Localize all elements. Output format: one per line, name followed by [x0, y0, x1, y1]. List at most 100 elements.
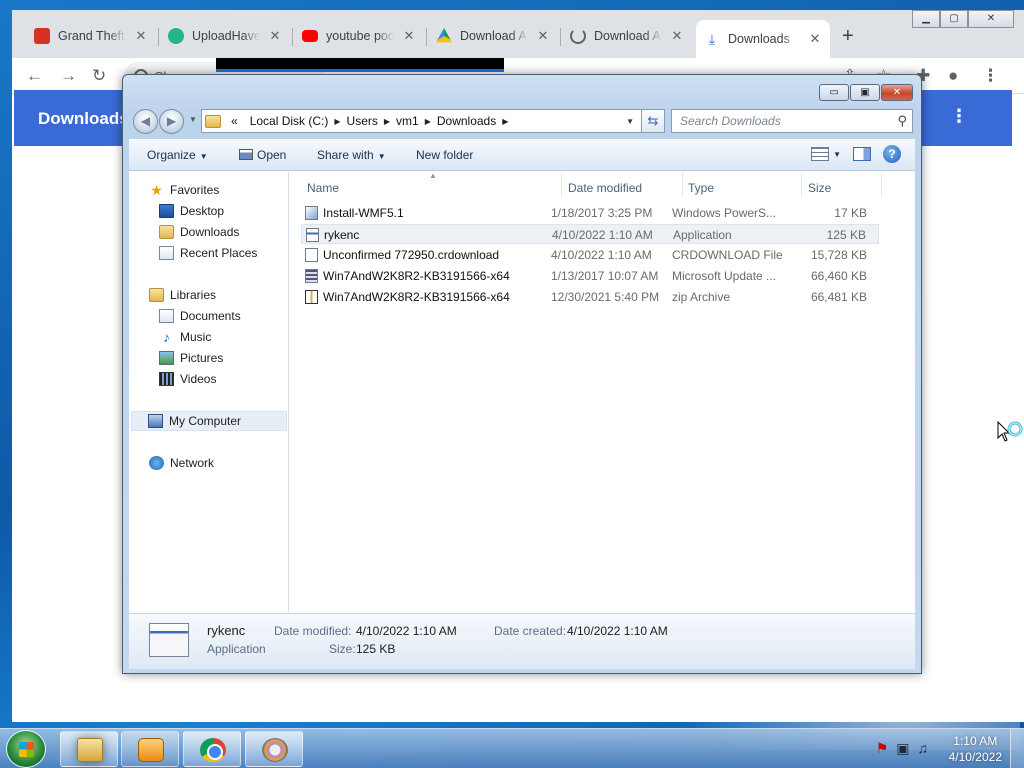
profile-icon[interactable]: ●: [948, 66, 958, 86]
tab-download-a-1[interactable]: Download A ✕: [428, 22, 558, 50]
back-button[interactable]: ◀: [133, 109, 158, 134]
volume-icon[interactable]: ♫: [918, 740, 929, 757]
breadcrumb-users[interactable]: Users: [341, 114, 384, 128]
tab-downloads[interactable]: ⤓ Downloads ✕: [696, 20, 830, 58]
action-center-warning-icon[interactable]: ⚑: [876, 740, 889, 757]
breadcrumb-overflow[interactable]: «: [225, 114, 244, 128]
nav-label: Music: [180, 330, 212, 344]
file-type: Microsoft Update ...: [672, 269, 777, 283]
chevron-down-icon[interactable]: ▼: [833, 150, 841, 159]
column-divider[interactable]: [801, 173, 802, 197]
new-tab-button[interactable]: +: [842, 25, 854, 48]
media-player-icon: [138, 738, 164, 762]
close-icon[interactable]: ✕: [134, 28, 148, 44]
network-tray-icon[interactable]: ▣: [896, 740, 909, 757]
close-icon[interactable]: ✕: [808, 31, 822, 47]
column-header-type[interactable]: Type: [688, 181, 714, 195]
open-button[interactable]: Open: [239, 148, 286, 162]
back-icon[interactable]: ←: [26, 66, 43, 86]
taskbar-chrome-button[interactable]: [183, 731, 241, 767]
new-folder-button[interactable]: New folder: [416, 148, 473, 162]
column-divider[interactable]: [561, 173, 562, 197]
nav-videos[interactable]: Videos: [159, 372, 216, 386]
nav-downloads[interactable]: Downloads: [159, 225, 239, 239]
tab-download-a-2[interactable]: Download A ✕: [562, 22, 692, 50]
breadcrumb-downloads[interactable]: Downloads: [431, 114, 502, 128]
chrome-menu-icon[interactable]: ⋮: [982, 66, 999, 86]
close-icon[interactable]: ✕: [670, 28, 684, 44]
nav-music[interactable]: ♪ Music: [159, 330, 211, 344]
nav-documents[interactable]: Documents: [159, 309, 241, 323]
table-row[interactable]: Win7AndW2K8R2-KB3191566-x64 1/13/2017 10…: [301, 266, 879, 286]
nav-my-computer[interactable]: My Computer: [131, 411, 287, 431]
forward-button[interactable]: ▶: [159, 109, 184, 134]
chevron-right-icon[interactable]: ▶: [502, 117, 508, 126]
table-row[interactable]: Win7AndW2K8R2-KB3191566-x64 12/30/2021 5…: [301, 287, 879, 307]
column-header-size[interactable]: Size: [808, 181, 831, 195]
preview-pane-icon[interactable]: [853, 147, 871, 161]
maximize-button[interactable]: ▢: [940, 10, 968, 28]
breadcrumb-vm1[interactable]: vm1: [390, 114, 425, 128]
close-button[interactable]: ✕: [968, 10, 1014, 28]
tab-uploadhaven[interactable]: UploadHaven ✕: [160, 22, 290, 50]
tab-label: Download A: [460, 29, 527, 43]
file-type: Application: [673, 228, 732, 242]
column-divider[interactable]: [682, 173, 683, 197]
share-with-button[interactable]: Share with ▼: [317, 148, 386, 162]
app-icon: [262, 738, 288, 762]
recent-places-icon: [159, 246, 174, 260]
system-tray: ⚑ ▣ ♫: [876, 740, 928, 757]
close-icon[interactable]: ✕: [268, 28, 282, 44]
breadcrumb-local-disk[interactable]: Local Disk (C:): [244, 114, 335, 128]
help-icon[interactable]: ?: [883, 145, 901, 163]
tab-label: Download A: [594, 29, 661, 43]
chevron-down-icon: ▼: [199, 152, 208, 161]
clock[interactable]: 1:10 AM 4/10/2022: [949, 733, 1002, 765]
details-size-value: 125 KB: [356, 642, 396, 656]
address-dropdown-icon[interactable]: ▼: [626, 117, 634, 126]
table-row[interactable]: Install-WMF5.1 1/18/2017 3:25 PM Windows…: [301, 203, 879, 223]
downloads-menu-icon[interactable]: ⋮: [950, 106, 968, 127]
file-name: Win7AndW2K8R2-KB3191566-x64: [323, 269, 510, 283]
tab-youtube[interactable]: youtube podc ✕: [294, 22, 424, 50]
close-button[interactable]: ✕: [881, 84, 913, 101]
table-row[interactable]: Unconfirmed 772950.crdownload 4/10/2022 …: [301, 245, 879, 265]
search-input[interactable]: Search Downloads ⚲: [671, 109, 913, 133]
nav-desktop[interactable]: Desktop: [159, 204, 224, 218]
organize-button[interactable]: Organize ▼: [147, 148, 208, 162]
downloads-page-title: Downloads: [38, 109, 129, 128]
close-icon[interactable]: ✕: [536, 28, 550, 44]
libraries-icon: [149, 288, 164, 302]
taskbar-media-player-button[interactable]: [121, 731, 179, 767]
zip-archive-icon: [305, 290, 318, 304]
file-name: Unconfirmed 772950.crdownload: [323, 248, 500, 262]
reload-icon[interactable]: ↻: [92, 66, 106, 86]
recent-pages-dropdown-icon[interactable]: ▼: [189, 115, 197, 124]
address-bar[interactable]: « Local Disk (C:) ▶ Users ▶ vm1 ▶ Downlo…: [201, 109, 665, 133]
update-package-icon: [305, 269, 318, 283]
table-row[interactable]: rykenc 4/10/2022 1:10 AM Application 125…: [301, 224, 879, 244]
taskbar-app-button[interactable]: [245, 731, 303, 767]
column-header-name[interactable]: Name: [307, 181, 339, 195]
refresh-button[interactable]: ⇆: [641, 109, 665, 133]
nav-favorites[interactable]: ★ Favorites: [149, 183, 219, 197]
show-desktop-button[interactable]: [1010, 729, 1024, 768]
nav-network[interactable]: Network: [149, 456, 214, 470]
taskbar-explorer-button[interactable]: [60, 731, 118, 767]
network-icon: [149, 456, 164, 470]
minimize-button[interactable]: ▭: [819, 84, 849, 101]
tab-grand-theft[interactable]: Grand Theft A ✕: [26, 22, 156, 50]
search-icon[interactable]: ⚲: [897, 113, 907, 129]
column-divider[interactable]: [881, 173, 882, 197]
nav-libraries[interactable]: Libraries: [149, 288, 216, 302]
maximize-button[interactable]: ▣: [850, 84, 880, 101]
application-icon: [306, 228, 319, 242]
forward-icon[interactable]: →: [60, 66, 77, 86]
minimize-button[interactable]: ▁: [912, 10, 940, 28]
column-header-date-modified[interactable]: Date modified: [568, 181, 642, 195]
start-button[interactable]: [6, 730, 46, 768]
change-view-icon[interactable]: [811, 147, 830, 161]
close-icon[interactable]: ✕: [402, 28, 416, 44]
nav-recent-places[interactable]: Recent Places: [159, 246, 257, 260]
nav-pictures[interactable]: Pictures: [159, 351, 223, 365]
